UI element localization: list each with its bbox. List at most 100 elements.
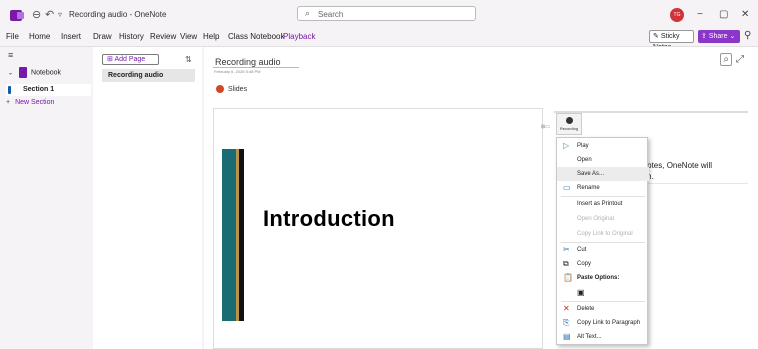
page-date: February 6, 2026 5:48 PM	[214, 69, 261, 74]
note-divider	[636, 183, 748, 184]
plus-icon: +	[6, 99, 11, 106]
menu-item-rename[interactable]: ▭ Rename	[557, 181, 649, 195]
menu-item-delete[interactable]: ✕ Delete	[557, 302, 649, 316]
section-item[interactable]: Section 1	[6, 84, 91, 96]
page-title[interactable]: Recording audio	[215, 57, 281, 67]
page-item[interactable]: Recording audio	[102, 69, 195, 82]
menu-label: Open Original	[577, 216, 615, 222]
menu-label: Copy Link to Original	[577, 231, 633, 237]
menu-item-save-as[interactable]: Save As...	[557, 167, 649, 181]
menu-label: Open	[577, 157, 592, 163]
tab-view[interactable]: View	[180, 32, 197, 41]
play-icon: ▷	[563, 141, 570, 150]
scissors-icon: ✂	[563, 245, 570, 254]
menu-label: Insert as Printout	[577, 201, 623, 207]
expand-icon[interactable]: ⤢	[734, 54, 746, 65]
share-button[interactable]: ⇪ Share ⌄	[698, 30, 740, 43]
sticky-notes-button[interactable]: ✎ Sticky Notes	[649, 30, 694, 51]
search-icon[interactable]: ⌕	[720, 53, 732, 66]
share-label: Share	[708, 33, 728, 40]
paste-keep-icon: ▣	[577, 288, 585, 297]
notebook-icon	[19, 67, 28, 78]
back-icon[interactable]: ⊖	[32, 8, 41, 21]
title-underline	[213, 67, 299, 68]
tab-file[interactable]: File	[6, 32, 19, 41]
menu-label: Copy	[577, 261, 592, 267]
copilot-icon[interactable]: ⚲	[744, 30, 751, 41]
hamburger-icon[interactable]: ≡	[8, 50, 13, 60]
menu-item-insert-printout[interactable]: Insert as Printout	[557, 197, 649, 211]
menu-label: Alt Text...	[577, 334, 602, 340]
note-container-handle[interactable]	[554, 111, 748, 113]
notebook-nav-pane: ≡ ⌄ Notebook Section 1 + New Section	[0, 47, 93, 349]
delete-icon: ✕	[563, 304, 570, 313]
page-canvas[interactable]: Recording audio February 6, 2026 5:48 PM…	[204, 47, 758, 349]
title-bar: ⊖ ↶ ▿ Recording audio - OneNote ⌕ Search…	[0, 0, 758, 28]
tab-insert[interactable]: Insert	[61, 32, 81, 41]
pages-pane: ⊞ Add Page ⇅ Recording audio	[93, 47, 202, 349]
audio-icon	[565, 117, 573, 124]
section-color-icon	[8, 86, 11, 94]
section-label: Section 1	[23, 86, 55, 93]
menu-label: Cut	[577, 247, 587, 253]
share-icon: ⇪	[701, 33, 707, 40]
tab-history[interactable]: History	[119, 32, 144, 41]
undo-icon[interactable]: ↶	[45, 8, 54, 21]
menu-item-paste-keep[interactable]: ▣	[557, 286, 649, 300]
tab-help[interactable]: Help	[203, 32, 219, 41]
slide-printout[interactable]: Introduction	[213, 108, 543, 349]
container-move-icon[interactable]: ⊞▭	[541, 124, 550, 130]
context-menu: ▷ Play Open Save As... ▭ Rename Insert as …	[556, 137, 649, 345]
sort-icon[interactable]: ⇅	[185, 55, 192, 64]
customize-toolbar-icon[interactable]: ▿	[58, 10, 62, 19]
add-page-label: Add Page	[114, 56, 146, 63]
chevron-down-icon: ⌄	[729, 33, 736, 40]
menu-item-open[interactable]: Open	[557, 153, 649, 167]
menu-item-cut[interactable]: ✂ Cut	[557, 243, 649, 257]
menu-item-open-original: Open Original	[557, 212, 649, 226]
search-icon: ⌕	[305, 8, 311, 18]
close-button[interactable]: ✕	[741, 9, 749, 20]
page-label: Recording audio	[108, 72, 164, 79]
search-placeholder: Search	[318, 10, 344, 19]
new-section-label: New Section	[15, 99, 55, 106]
search-box[interactable]: ⌕ Search	[297, 6, 476, 21]
notebook-item[interactable]: ⌄ Notebook	[8, 67, 61, 78]
canvas-tools: ⌕ ⤢	[720, 53, 748, 66]
slide-stripe-teal	[222, 149, 236, 321]
add-page-button[interactable]: ⊞ Add Page	[102, 54, 159, 65]
avatar[interactable]: TG	[670, 8, 684, 22]
menu-item-alt-text[interactable]: ▤ Alt Text...	[557, 330, 649, 344]
powerpoint-icon	[216, 85, 224, 93]
menu-item-play[interactable]: ▷ Play	[557, 139, 649, 153]
audio-recording-file[interactable]: Recording	[556, 113, 582, 135]
ribbon-tabs: File Home Insert Draw History Review Vie…	[0, 28, 758, 46]
slide-title: Introduction	[263, 206, 395, 231]
tab-playback[interactable]: Playback	[283, 32, 315, 41]
notebook-label: Notebook	[31, 69, 61, 77]
tab-class-notebook[interactable]: Class Notebook	[228, 32, 284, 41]
menu-item-copy-link-original: Copy Link to Original	[557, 227, 649, 241]
menu-item-copy[interactable]: ⧉ Copy	[557, 257, 649, 271]
slides-attachment[interactable]: Slides	[216, 85, 247, 93]
minimize-button[interactable]: −	[697, 9, 703, 20]
maximize-button[interactable]: ▢	[719, 9, 728, 20]
menu-label: Copy Link to Paragraph	[577, 320, 641, 326]
menu-item-paste-options: 📋 Paste Options:	[557, 271, 649, 285]
slide-stripe-black	[239, 149, 244, 321]
menu-item-copy-link-paragraph[interactable]: ⎘ Copy Link to Paragraph	[557, 316, 649, 330]
slides-label: Slides	[228, 85, 248, 93]
alt-text-icon: ▤	[563, 332, 571, 341]
menu-label: Paste Options:	[577, 275, 620, 281]
link-icon: ⎘	[563, 318, 570, 327]
sticky-notes-icon: ✎	[653, 33, 659, 40]
new-section-button[interactable]: + New Section	[6, 99, 54, 106]
add-page-icon: ⊞	[107, 56, 113, 63]
copy-icon: ⧉	[563, 259, 569, 268]
window-title: Recording audio - OneNote	[69, 10, 167, 19]
tab-home[interactable]: Home	[29, 32, 50, 41]
rename-icon: ▭	[563, 183, 571, 192]
menu-label: Play	[577, 143, 589, 149]
tab-review[interactable]: Review	[150, 32, 176, 41]
tab-draw[interactable]: Draw	[93, 32, 112, 41]
